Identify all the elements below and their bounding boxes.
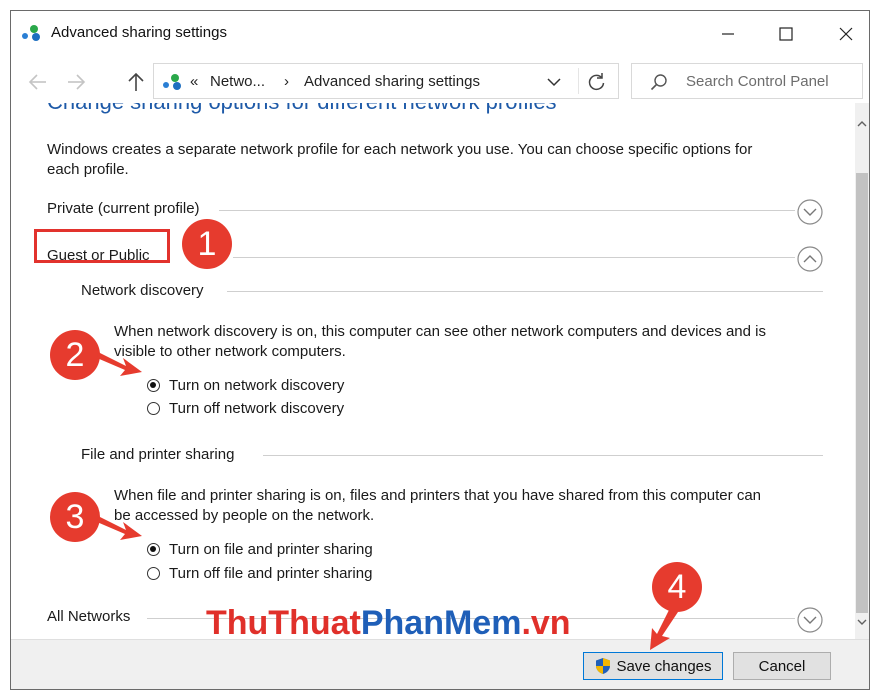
network-discovery-title: Network discovery bbox=[81, 282, 204, 299]
turn-on-file-sharing-label[interactable]: Turn on file and printer sharing bbox=[169, 541, 373, 558]
window-title: Advanced sharing settings bbox=[51, 24, 227, 41]
search-box[interactable]: Search Control Panel bbox=[631, 63, 863, 99]
close-icon bbox=[839, 27, 853, 41]
address-bar[interactable]: « Netwo... › Advanced sharing settings bbox=[153, 63, 619, 99]
up-arrow-icon[interactable] bbox=[125, 71, 147, 93]
radio-file-sharing-on[interactable] bbox=[147, 543, 160, 556]
guest-public-rule bbox=[233, 257, 795, 258]
file-printer-sharing-rule bbox=[263, 455, 823, 456]
step-badge-4: 4 bbox=[652, 562, 702, 612]
scrollbar-thumb[interactable] bbox=[856, 173, 868, 613]
network-discovery-desc2: visible to other network computers. bbox=[114, 343, 346, 360]
radio-file-sharing-off[interactable] bbox=[147, 567, 160, 580]
network-discovery-desc1: When network discovery is on, this compu… bbox=[114, 323, 766, 340]
watermark-logo: ThuThuatPhanMem.vn bbox=[206, 604, 571, 643]
close-button[interactable] bbox=[823, 19, 869, 49]
cancel-button[interactable]: Cancel bbox=[733, 652, 831, 680]
radio-network-discovery-off[interactable] bbox=[147, 402, 160, 415]
maximize-icon bbox=[779, 27, 793, 41]
step-badge-3: 3 bbox=[50, 492, 100, 542]
scroll-down-icon[interactable] bbox=[855, 615, 869, 629]
expand-chevron-icon[interactable] bbox=[797, 607, 823, 633]
forward-arrow-icon[interactable] bbox=[65, 71, 87, 93]
shield-icon bbox=[596, 658, 611, 674]
search-icon bbox=[650, 74, 667, 91]
title-bar: Advanced sharing settings bbox=[11, 11, 869, 55]
arrow-icon bbox=[97, 516, 142, 540]
minimize-icon bbox=[722, 33, 734, 35]
highlight-box-guest-public bbox=[34, 229, 170, 263]
file-printer-sharing-title: File and printer sharing bbox=[81, 446, 235, 463]
collapse-chevron-icon[interactable] bbox=[797, 246, 823, 272]
scroll-up-icon[interactable] bbox=[855, 117, 869, 131]
intro-text-line2: each profile. bbox=[47, 161, 129, 178]
private-profile-rule bbox=[219, 210, 795, 211]
chevron-down-icon[interactable] bbox=[546, 74, 562, 90]
network-icon bbox=[22, 25, 40, 41]
turn-on-network-discovery-label[interactable]: Turn on network discovery bbox=[169, 377, 344, 394]
step-badge-2: 2 bbox=[50, 330, 100, 380]
file-printer-sharing-desc1: When file and printer sharing is on, fil… bbox=[114, 487, 761, 504]
watermark-part2: PhanMem bbox=[360, 604, 522, 642]
breadcrumb-separator-icon[interactable]: › bbox=[284, 73, 289, 90]
vertical-scrollbar[interactable] bbox=[855, 103, 869, 639]
network-icon bbox=[163, 74, 181, 90]
page-heading: Change sharing options for different net… bbox=[47, 103, 557, 115]
maximize-button[interactable] bbox=[763, 19, 809, 49]
watermark-part3: .vn bbox=[521, 604, 571, 642]
private-profile-header[interactable]: Private (current profile) bbox=[47, 200, 200, 217]
turn-off-file-sharing-label[interactable]: Turn off file and printer sharing bbox=[169, 565, 372, 582]
arrow-icon bbox=[650, 608, 678, 650]
minimize-button[interactable] bbox=[705, 19, 751, 49]
step-badge-1: 1 bbox=[182, 219, 232, 269]
all-networks-header[interactable]: All Networks bbox=[47, 608, 130, 625]
radio-network-discovery-on[interactable] bbox=[147, 379, 160, 392]
breadcrumb-overflow[interactable]: « bbox=[190, 73, 198, 90]
watermark-part1: ThuThuat bbox=[206, 604, 361, 642]
address-divider bbox=[578, 68, 579, 94]
navigation-bar: « Netwo... › Advanced sharing settings S… bbox=[11, 61, 869, 103]
save-changes-button[interactable]: Save changes bbox=[583, 652, 723, 680]
back-arrow-icon[interactable] bbox=[27, 71, 49, 93]
refresh-icon[interactable] bbox=[586, 71, 608, 93]
cancel-label: Cancel bbox=[758, 657, 806, 675]
save-changes-label: Save changes bbox=[616, 657, 712, 675]
intro-text-line1: Windows creates a separate network profi… bbox=[47, 141, 753, 158]
breadcrumb-network[interactable]: Netwo... bbox=[210, 73, 265, 90]
expand-chevron-icon[interactable] bbox=[797, 199, 823, 225]
file-printer-sharing-desc2: be accessed by people on the network. bbox=[114, 507, 375, 524]
arrow-icon bbox=[97, 352, 142, 376]
dialog-footer: Save changes Cancel bbox=[11, 639, 869, 689]
search-placeholder: Search Control Panel bbox=[686, 73, 829, 90]
turn-off-network-discovery-label[interactable]: Turn off network discovery bbox=[169, 400, 344, 417]
network-discovery-rule bbox=[227, 291, 823, 292]
breadcrumb-current[interactable]: Advanced sharing settings bbox=[304, 73, 480, 90]
